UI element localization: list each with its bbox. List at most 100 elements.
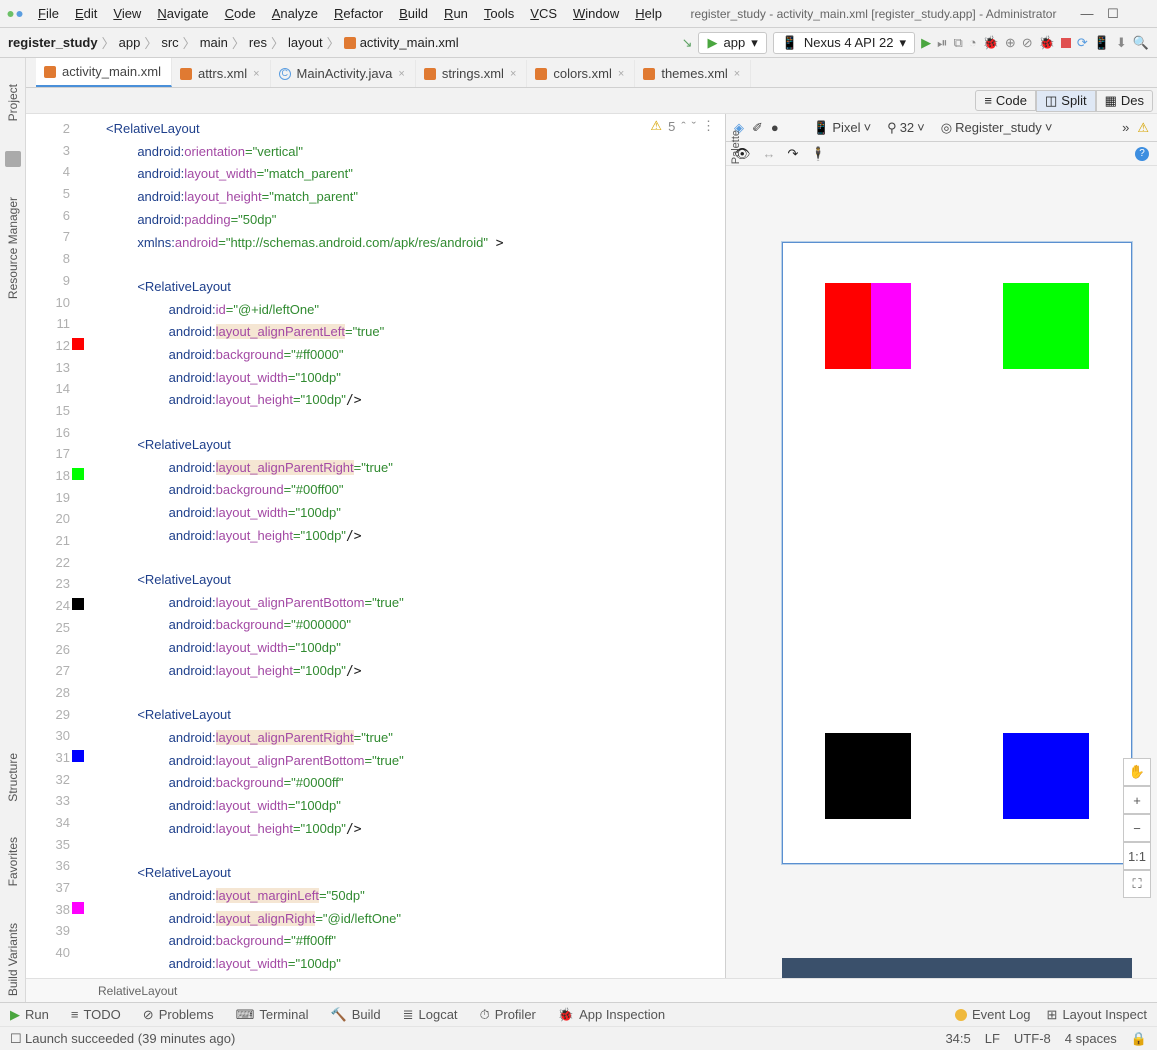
debug-button[interactable]: ⏯ [937, 35, 947, 51]
device-selector[interactable]: 📱Nexus 4 API 22▾ [773, 32, 915, 54]
crumb-file[interactable]: activity_main.xml [360, 35, 459, 50]
profile-button[interactable]: ◔ [969, 35, 977, 50]
terminal-tool[interactable]: ⌨Terminal [236, 1007, 309, 1023]
logcat-tool[interactable]: ≣Logcat [403, 1007, 458, 1023]
tab-attrs[interactable]: attrs.xml× [172, 60, 271, 87]
preview-api[interactable]: ⚲ 32 ˅ [883, 118, 929, 138]
tab-strings[interactable]: strings.xml× [416, 60, 528, 87]
code-editor[interactable]: ⚠5ˆˇ⋮ 2345678910111213141516171819202122… [26, 114, 726, 978]
layout-inspector-tool[interactable]: ⊞Layout Inspect [1047, 1007, 1147, 1023]
run-button[interactable]: ▶ [921, 35, 931, 51]
favorites-tool[interactable]: Favorites [6, 831, 20, 892]
code-area[interactable]: <RelativeLayout android:orientation="ver… [80, 114, 725, 978]
debug2-button[interactable]: 🐞 [983, 35, 999, 51]
close-icon[interactable]: × [734, 68, 740, 80]
search-button[interactable]: 🔍 [1133, 35, 1149, 51]
tab-colors[interactable]: colors.xml× [527, 60, 635, 87]
profiler-tool[interactable]: ⏱Profiler [480, 1007, 536, 1023]
menu-run[interactable]: Run [438, 4, 474, 23]
menu-build[interactable]: Build [393, 4, 434, 23]
menu-window[interactable]: Window [567, 4, 625, 23]
arrows-icon[interactable]: ↔ [763, 146, 776, 161]
crumb-res[interactable]: res [249, 35, 267, 50]
menu-help[interactable]: Help [629, 4, 668, 23]
rotate-icon[interactable]: ↷ [788, 146, 799, 162]
event-log-tool[interactable]: Event Log [955, 1007, 1031, 1023]
close-icon[interactable]: × [398, 68, 404, 80]
more-icon[interactable]: » [1122, 120, 1129, 135]
indent[interactable]: 4 spaces [1065, 1031, 1117, 1047]
attach3-button[interactable]: 🐞 [1039, 35, 1055, 51]
palette-rail-label[interactable]: Palette [730, 130, 742, 164]
magnet-icon[interactable]: ● [771, 120, 779, 135]
close-icon[interactable]: × [618, 68, 624, 80]
line-sep[interactable]: LF [985, 1031, 1000, 1047]
tab-activity-main[interactable]: activity_main.xml [36, 58, 172, 87]
close-icon[interactable]: × [510, 68, 516, 80]
down-icon[interactable]: ˇ [692, 119, 696, 134]
maximize-button[interactable]: ☐ [1105, 6, 1121, 22]
stop-button[interactable] [1061, 38, 1071, 48]
zoom-in-button[interactable]: + [1123, 786, 1151, 814]
project-icon[interactable] [5, 151, 21, 167]
app-inspection-tool[interactable]: 🐞App Inspection [558, 1007, 665, 1023]
menu-file[interactable]: File [32, 4, 65, 23]
lasso-icon[interactable]: ✐ [752, 120, 763, 136]
help-icon[interactable]: ? [1135, 147, 1149, 161]
tab-themes[interactable]: themes.xml× [635, 60, 751, 87]
avd-button[interactable]: 📱 [1094, 35, 1110, 51]
inspection-widget[interactable]: ⚠5ˆˇ⋮ [650, 118, 715, 134]
resource-manager-tool[interactable]: Resource Manager [6, 191, 20, 305]
encoding[interactable]: UTF-8 [1014, 1031, 1051, 1047]
crumb-layout[interactable]: layout [288, 35, 323, 50]
zoom-actual-button[interactable]: ⛶ [1123, 870, 1151, 898]
menu-code[interactable]: Code [219, 4, 262, 23]
menu-vcs[interactable]: VCS [524, 4, 563, 23]
run-config-selector[interactable]: ▶app▾ [698, 32, 766, 54]
code-view-button[interactable]: ≡Code [975, 90, 1036, 111]
menu-view[interactable]: View [107, 4, 147, 23]
warning-badge-icon[interactable]: ⚠ [1137, 120, 1149, 136]
structure-tool[interactable]: Structure [6, 747, 20, 808]
menu-analyze[interactable]: Analyze [266, 4, 324, 23]
tab-mainactivity[interactable]: MainActivity.java× [271, 60, 416, 87]
menu-tools[interactable]: Tools [478, 4, 520, 23]
crumb-project[interactable]: register_study [8, 35, 98, 50]
close-icon[interactable]: × [253, 68, 259, 80]
up-icon[interactable]: ˆ [681, 119, 685, 134]
pan-button[interactable]: ✋ [1123, 758, 1151, 786]
crumb-app[interactable]: app [119, 35, 141, 50]
zoom-fit-button[interactable]: 1:1 [1123, 842, 1151, 870]
preview-theme[interactable]: ◎ Register_study ˅ [937, 118, 1057, 138]
menu-navigate[interactable]: Navigate [151, 4, 214, 23]
run-tool[interactable]: ▶Run [10, 1007, 49, 1023]
minimize-button[interactable]: — [1079, 6, 1095, 22]
crumb-src[interactable]: src [161, 35, 178, 50]
preview-device[interactable]: 📱 Pixel ˅ [809, 118, 875, 138]
coverage-button[interactable]: ⧉ [953, 35, 962, 51]
attach2-button[interactable]: ⊘ [1022, 35, 1033, 51]
attach-button[interactable]: ⊕ [1005, 35, 1016, 51]
menu-refactor[interactable]: Refactor [328, 4, 389, 23]
person-icon[interactable]: 🕴 [810, 146, 826, 162]
menu-edit[interactable]: Edit [69, 4, 103, 23]
more-icon[interactable]: ⋮ [702, 118, 715, 134]
preview-canvas[interactable]: ✋ + − 1:1 ⛶ [726, 166, 1157, 978]
editor-breadcrumb[interactable]: RelativeLayout [26, 978, 1157, 1002]
problems-tool[interactable]: ⊘Problems [143, 1007, 214, 1023]
zoom-out-button[interactable]: − [1123, 814, 1151, 842]
close-button[interactable] [1131, 6, 1147, 22]
back-nav-icon[interactable]: ↘ [682, 35, 693, 51]
sync-button[interactable]: ⟳ [1077, 35, 1088, 51]
design-view-button[interactable]: ▦Des [1096, 90, 1153, 112]
build-variants-tool[interactable]: Build Variants [6, 917, 20, 1002]
crumb-main[interactable]: main [200, 35, 228, 50]
project-tool[interactable]: Project [6, 78, 20, 127]
split-view-button[interactable]: ◫Split [1036, 90, 1096, 112]
caret-pos[interactable]: 34:5 [945, 1031, 970, 1047]
device-navbar [782, 958, 1132, 978]
sdk-button[interactable]: ⬇ [1116, 35, 1127, 51]
lock-icon[interactable]: 🔒 [1131, 1031, 1147, 1047]
build-tool[interactable]: 🔨Build [331, 1007, 381, 1023]
todo-tool[interactable]: ≡TODO [71, 1007, 121, 1022]
